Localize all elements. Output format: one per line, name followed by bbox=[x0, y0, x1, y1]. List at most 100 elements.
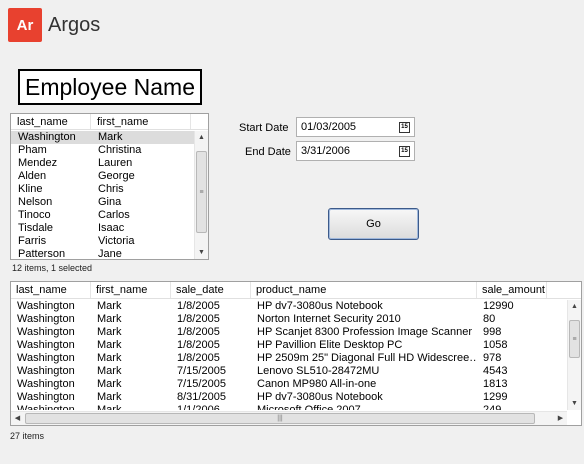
list-item[interactable]: Farris Victoria bbox=[11, 235, 194, 248]
sale-amount-cell: 12990 bbox=[483, 300, 514, 312]
last-name-cell: Washington bbox=[17, 339, 75, 351]
first-name-cell: Mark bbox=[97, 378, 122, 390]
scroll-up-icon[interactable]: ▲ bbox=[195, 131, 208, 144]
first-name-cell: Victoria bbox=[98, 235, 135, 247]
table-row[interactable]: Washington Mark 7/15/2005 Canon MP980 All-i… bbox=[11, 378, 557, 391]
list-item[interactable]: Nelson Gina bbox=[11, 196, 194, 209]
sale-date-cell: 1/8/2005 bbox=[177, 313, 220, 325]
scroll-right-icon[interactable]: ▶ bbox=[554, 412, 567, 425]
table-row[interactable]: Washington Mark 1/8/2005 HP 2509m 25" Diago… bbox=[11, 352, 557, 365]
first-name-cell: Mark bbox=[97, 352, 122, 364]
first-name-cell: Mark bbox=[97, 313, 122, 325]
sale-date-cell: 7/15/2005 bbox=[177, 365, 226, 377]
table-row[interactable]: Washington Mark 1/8/2005 HP Pavillion Elite… bbox=[11, 339, 557, 352]
last-name-cell: Washington bbox=[17, 352, 75, 364]
column-header-sale-date[interactable]: sale_date bbox=[171, 282, 251, 298]
table-row[interactable]: Washington Mark 1/8/2005 HP Scanjet 8300 Pr… bbox=[11, 326, 557, 339]
column-header-last-name[interactable]: last_name bbox=[11, 282, 91, 298]
end-date-field[interactable]: 3/31/2006 15 bbox=[296, 141, 415, 161]
calendar-icon[interactable]: 15 bbox=[399, 122, 410, 133]
sales-grid-hscrollbar[interactable]: ◀ ||| ▶ bbox=[11, 411, 567, 425]
start-date-field[interactable]: 01/03/2005 15 bbox=[296, 117, 415, 137]
scroll-left-icon[interactable]: ◀ bbox=[11, 412, 24, 425]
start-date-value: 01/03/2005 bbox=[301, 121, 357, 133]
employee-list-scrollbar[interactable]: ▲ ≡ ▼ bbox=[194, 131, 208, 259]
sale-amount-cell: 80 bbox=[483, 313, 496, 325]
sales-grid-vscrollbar[interactable]: ▲ ≡ ▼ bbox=[567, 300, 581, 410]
list-item[interactable]: Patterson Jane bbox=[11, 248, 194, 259]
column-header-first-name[interactable]: first_name bbox=[91, 114, 191, 129]
last-name-cell: Alden bbox=[18, 170, 47, 182]
last-name-cell: Washington bbox=[17, 326, 75, 338]
employee-list-header: last_name first_name bbox=[11, 114, 208, 130]
last-name-cell: Nelson bbox=[18, 196, 53, 208]
employee-listbox[interactable]: last_name first_name Washington Mark Pham C… bbox=[10, 113, 209, 260]
first-name-cell: Mark bbox=[97, 326, 122, 338]
sale-amount-cell: 249 bbox=[483, 404, 502, 410]
hscroll-thumb[interactable]: ||| bbox=[25, 413, 535, 424]
list-item[interactable]: Tisdale Isaac bbox=[11, 222, 194, 235]
scroll-up-icon[interactable]: ▲ bbox=[568, 300, 581, 313]
last-name-cell: Pham bbox=[18, 144, 47, 156]
logo-badge: Ar bbox=[8, 8, 42, 42]
last-name-cell: Washington bbox=[17, 313, 75, 325]
sales-grid-vscroll-track[interactable]: ▲ ≡ ▼ bbox=[567, 300, 581, 410]
scroll-thumb[interactable]: ≡ bbox=[196, 151, 207, 233]
end-date-label: End Date bbox=[245, 146, 291, 158]
go-button[interactable]: Go bbox=[328, 208, 419, 240]
column-header-last-name[interactable]: last_name bbox=[11, 114, 91, 129]
product-name-cell: Norton Internet Security 2010 bbox=[257, 313, 401, 325]
start-date-label: Start Date bbox=[239, 122, 289, 134]
last-name-cell: Washington bbox=[17, 404, 75, 410]
sale-date-cell: 1/1/2006 bbox=[177, 404, 220, 410]
list-item[interactable]: Washington Mark bbox=[11, 131, 194, 144]
column-header-first-name[interactable]: first_name bbox=[91, 282, 171, 298]
table-row[interactable]: Washington Mark 8/31/2005 HP dv7-3080us Not… bbox=[11, 391, 557, 404]
sale-date-cell: 7/15/2005 bbox=[177, 378, 226, 390]
list-item[interactable]: Mendez Lauren bbox=[11, 157, 194, 170]
sale-date-cell: 1/8/2005 bbox=[177, 326, 220, 338]
column-header-sale-amount[interactable]: sale_amount bbox=[477, 282, 547, 298]
calendar-icon[interactable]: 15 bbox=[399, 146, 410, 157]
page-title: Employee Name bbox=[18, 69, 202, 105]
table-row[interactable]: Washington Mark 1/8/2005 HP dv7-3080us Note… bbox=[11, 300, 557, 313]
list-item[interactable]: Pham Christina bbox=[11, 144, 194, 157]
end-date-value: 3/31/2006 bbox=[301, 145, 350, 157]
list-item[interactable]: Alden George bbox=[11, 170, 194, 183]
table-row[interactable]: Washington Mark 1/1/2006 Microsoft Office 2… bbox=[11, 404, 557, 410]
sale-amount-cell: 4543 bbox=[483, 365, 508, 377]
scroll-thumb[interactable]: ≡ bbox=[569, 320, 580, 358]
scroll-down-icon[interactable]: ▼ bbox=[195, 246, 208, 259]
product-name-cell: Canon MP980 All-in-one bbox=[257, 378, 377, 390]
employee-list-status: 12 items, 1 selected bbox=[12, 263, 93, 273]
first-name-cell: Mark bbox=[97, 404, 122, 410]
sale-date-cell: 1/8/2005 bbox=[177, 339, 220, 351]
sale-date-cell: 1/8/2005 bbox=[177, 352, 220, 364]
last-name-cell: Washington bbox=[17, 378, 75, 390]
table-row[interactable]: Washington Mark 7/15/2005 Lenovo SL510-2847… bbox=[11, 365, 557, 378]
sale-amount-cell: 998 bbox=[483, 326, 502, 338]
last-name-cell: Mendez bbox=[18, 157, 58, 169]
last-name-cell: Tinoco bbox=[18, 209, 51, 221]
last-name-cell: Farris bbox=[18, 235, 47, 247]
first-name-cell: Mark bbox=[97, 339, 122, 351]
product-name-cell: Lenovo SL510-28472MU bbox=[257, 365, 380, 377]
product-name-cell: HP dv7-3080us Notebook bbox=[257, 300, 383, 312]
list-item[interactable]: Tinoco Carlos bbox=[11, 209, 194, 222]
sale-date-cell: 1/8/2005 bbox=[177, 300, 220, 312]
list-item[interactable]: Kline Chris bbox=[11, 183, 194, 196]
sale-date-cell: 8/31/2005 bbox=[177, 391, 226, 403]
sale-amount-cell: 1813 bbox=[483, 378, 508, 390]
sales-grid-status: 27 items bbox=[10, 431, 45, 441]
product-name-cell: HP 2509m 25" Diagonal Full HD Widescree… bbox=[257, 352, 477, 364]
column-header-product-name[interactable]: product_name bbox=[251, 282, 477, 298]
first-name-cell: Christina bbox=[98, 144, 142, 156]
table-row[interactable]: Washington Mark 1/8/2005 Norton Internet Se… bbox=[11, 313, 557, 326]
argos-logo: Ar Argos bbox=[8, 8, 100, 42]
scroll-down-icon[interactable]: ▼ bbox=[568, 397, 581, 410]
sales-grid[interactable]: last_name first_name sale_date product_n… bbox=[10, 281, 582, 426]
last-name-cell: Washington bbox=[17, 391, 75, 403]
first-name-cell: Chris bbox=[98, 183, 124, 195]
first-name-cell: Isaac bbox=[98, 222, 125, 234]
first-name-cell: Carlos bbox=[98, 209, 130, 221]
